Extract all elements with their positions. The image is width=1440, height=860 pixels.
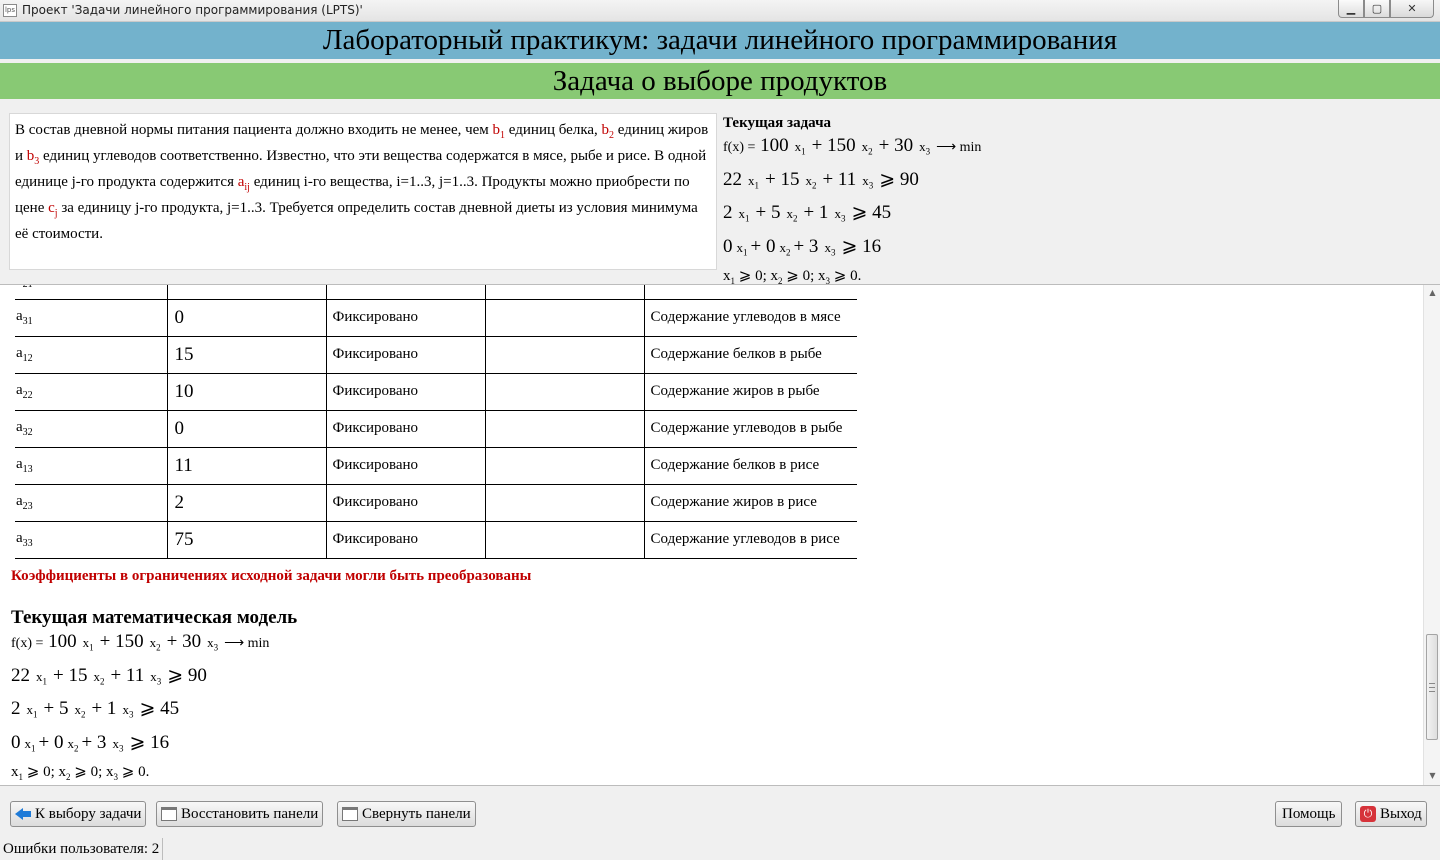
help-button[interactable]: Помощь <box>1275 801 1343 827</box>
grip-icon <box>1429 683 1435 692</box>
model-nonnegativity: x1 ⩾ 0; x2 ⩾ 0; x3 ⩾ 0. <box>11 764 150 783</box>
table-row: a32 0 Фиксировано Содержание углеводов в… <box>15 410 857 448</box>
constraint-3: 0 x1 + 0 x2 + 3 x3 ⩾ 16 <box>723 235 882 258</box>
math-model-title: Текущая математическая модель <box>11 607 298 628</box>
window-titlebar: lps Проект 'Задачи линейного программиро… <box>0 0 1440 22</box>
objective-function: f(x) = 100 x1 + 150 x2 + 30 x3 ⟶ min <box>723 135 982 157</box>
coef-name-cell: a12 <box>15 336 167 374</box>
table-row: a33 75 Фиксировано Содержание углеводов … <box>15 521 857 559</box>
coef-mode-cell: Фиксировано <box>325 521 485 559</box>
table-row: a23 2 Фиксировано Содержание жиров в рис… <box>15 484 857 522</box>
model-constraint-2: 2 x1 + 5 x2 + 1 x3 ⩾ 45 <box>11 698 180 720</box>
coef-name-cell: a21 <box>15 285 167 300</box>
coef-note-cell: Содержание углеводов в рыбе <box>643 410 857 448</box>
scroll-down-arrow-icon[interactable]: ▼ <box>1424 768 1440 784</box>
current-task-title: Текущая задача <box>723 115 832 131</box>
coef-mode-cell <box>325 285 485 300</box>
coef-range-cell <box>484 484 644 522</box>
coef-value-cell[interactable]: 0 <box>166 299 326 337</box>
status-bar: Ошибки пользователя: 2 <box>0 838 164 860</box>
coef-value-cell[interactable] <box>166 285 326 300</box>
coefficients-table: a21 a31 0 Фиксировано Содержание углевод… <box>15 285 857 559</box>
coef-range-cell <box>484 285 644 300</box>
transform-warning: Коэффициенты в ограничениях исходной зад… <box>11 568 532 584</box>
coef-range-cell <box>484 299 644 337</box>
coef-mode-cell: Фиксировано <box>325 373 485 411</box>
coef-value-cell[interactable]: 2 <box>166 484 326 522</box>
coef-name-cell: a32 <box>15 410 167 448</box>
task-header: Задача о выборе продуктов <box>0 63 1440 99</box>
scroll-up-arrow-icon[interactable]: ▲ <box>1424 285 1440 301</box>
constraint-2: 2 x1 + 5 x2 + 1 x3 ⩾ 45 <box>723 202 892 224</box>
table-row: a13 11 Фиксировано Содержание белков в р… <box>15 447 857 485</box>
scrollbar-thumb[interactable] <box>1426 634 1438 740</box>
window-title: Проект 'Задачи линейного программировани… <box>22 3 363 17</box>
coef-note-cell: Содержание жиров в рисе <box>643 484 857 522</box>
restore-panels-button[interactable]: Восстановить панели <box>156 801 324 827</box>
back-to-tasks-button[interactable]: К выбору задачи <box>10 801 147 827</box>
coef-note-cell: Содержание углеводов в рисе <box>643 521 857 559</box>
coef-note-cell: Содержание углеводов в мясе <box>643 299 857 337</box>
table-row: a12 15 Фиксировано Содержание белков в р… <box>15 336 857 374</box>
coef-mode-cell: Фиксировано <box>325 299 485 337</box>
coef-note-cell: Содержание белков в рисе <box>643 447 857 485</box>
coef-note-cell <box>643 285 857 300</box>
constraint-1: 22 x1 + 15 x2 + 11 x3 ⩾ 90 <box>723 168 919 191</box>
coef-mode-cell: Фиксировано <box>325 336 485 374</box>
exit-button[interactable]: ⏻ Выход <box>1355 801 1427 827</box>
coef-name-cell: a22 <box>15 373 167 411</box>
coef-name-cell: a33 <box>15 521 167 559</box>
close-button[interactable]: ✕ <box>1390 0 1434 18</box>
coef-mode-cell: Фиксировано <box>325 484 485 522</box>
maximize-button[interactable]: ▢ <box>1364 0 1390 18</box>
content-scroll-area[interactable]: a21 a31 0 Фиксировано Содержание углевод… <box>0 284 1440 786</box>
power-icon: ⏻ <box>1360 806 1376 822</box>
coef-range-cell <box>484 521 644 559</box>
window-controls: ▁ ▢ ✕ <box>1338 0 1434 19</box>
coef-note-cell: Содержание белков в рыбе <box>643 336 857 374</box>
coef-value-cell[interactable]: 10 <box>166 373 326 411</box>
coef-name-cell: a23 <box>15 484 167 522</box>
table-row: a21 <box>15 285 857 300</box>
table-row: a22 10 Фиксировано Содержание жиров в ры… <box>15 373 857 411</box>
math-model-panel: Текущая математическая модель f(x) = 100… <box>11 607 411 785</box>
coef-name-cell: a13 <box>15 447 167 485</box>
panel-icon <box>161 807 177 821</box>
coef-name-cell: a31 <box>15 299 167 337</box>
coef-value-cell[interactable]: 11 <box>166 447 326 485</box>
table-row: a31 0 Фиксировано Содержание углеводов в… <box>15 299 857 337</box>
model-objective-function: f(x) = 100 x1 + 150 x2 + 30 x3 ⟶ min <box>11 631 270 653</box>
model-constraint-3: 0 x1 + 0 x2 + 3 x3 ⩾ 16 <box>11 731 170 754</box>
current-task-panel: Текущая задача f(x) = 100 x1 + 150 x2 + 30 x3… <box>723 114 1023 291</box>
coef-mode-cell: Фиксировано <box>325 410 485 448</box>
back-arrow-icon <box>15 807 31 821</box>
coef-value-cell[interactable]: 0 <box>166 410 326 448</box>
panel-icon <box>342 807 358 821</box>
coef-mode-cell: Фиксировано <box>325 447 485 485</box>
problem-description: В состав дневной нормы питания пациента … <box>9 113 717 270</box>
minimize-button[interactable]: ▁ <box>1338 0 1364 18</box>
collapse-panels-button[interactable]: Свернуть панели <box>337 801 476 827</box>
coef-range-cell <box>484 373 644 411</box>
coef-value-cell[interactable]: 15 <box>166 336 326 374</box>
app-icon: lps <box>3 4 17 17</box>
coef-range-cell <box>484 336 644 374</box>
vertical-scrollbar[interactable]: ▲ ▼ <box>1423 285 1440 785</box>
coef-note-cell: Содержание жиров в рыбе <box>643 373 857 411</box>
app-header: Лабораторный практикум: задачи линейного… <box>0 22 1440 59</box>
coef-range-cell <box>484 447 644 485</box>
coef-range-cell <box>484 410 644 448</box>
model-constraint-1: 22 x1 + 15 x2 + 11 x3 ⩾ 90 <box>11 664 207 687</box>
coef-value-cell[interactable]: 75 <box>166 521 326 559</box>
